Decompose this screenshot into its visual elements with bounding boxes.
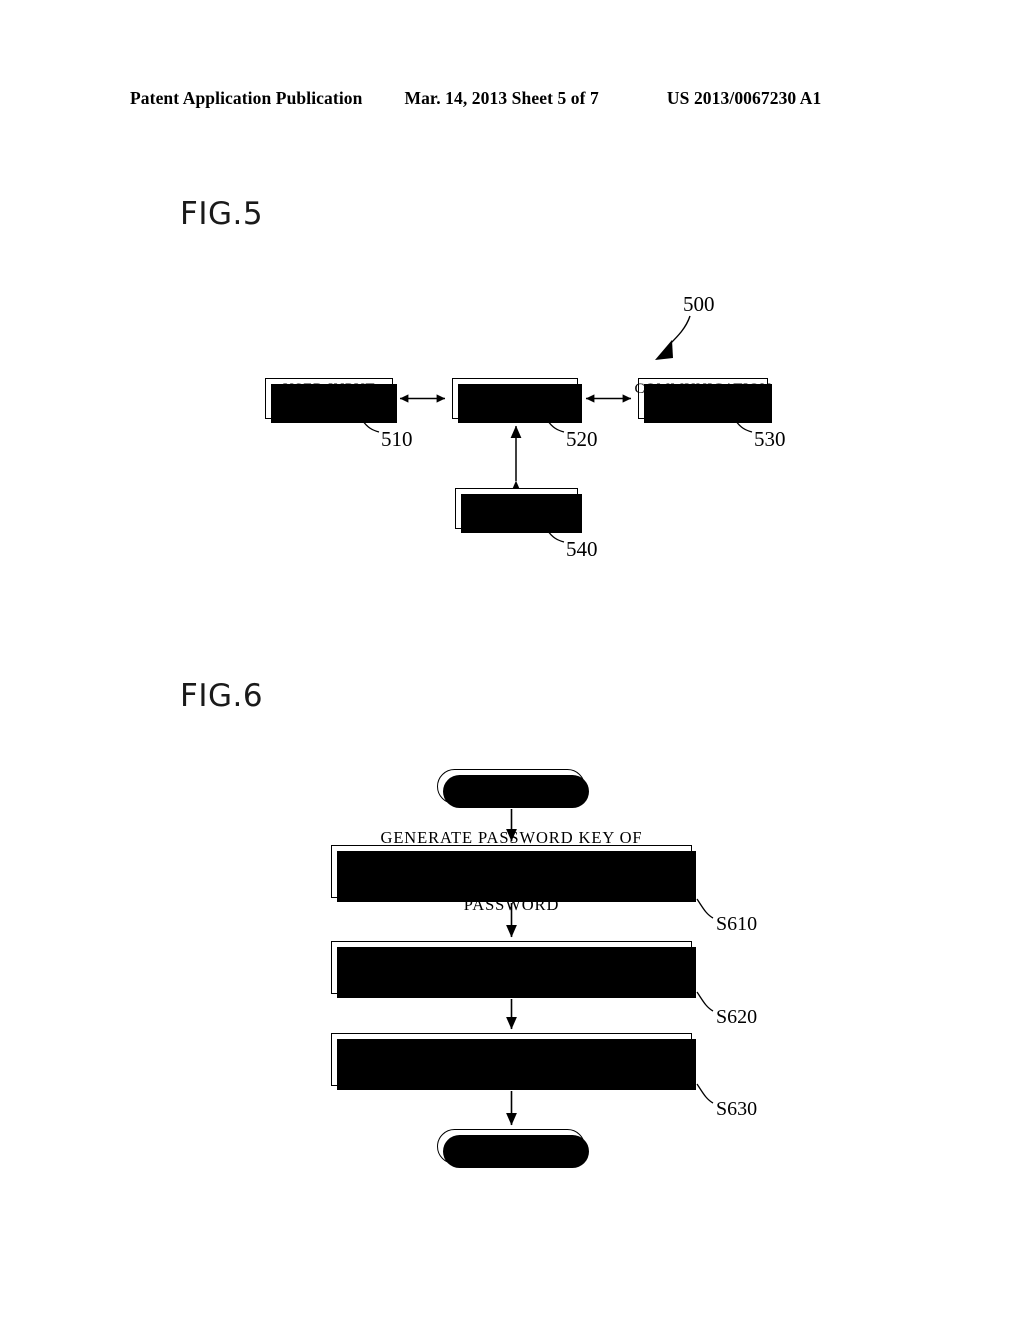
- refnum-510: 510: [381, 427, 413, 451]
- steplabel-s630: S630: [716, 1098, 758, 1120]
- refnum-520: 520: [566, 427, 598, 451]
- node-step-s620: GENERATE RO USING PASSWORD KEY: [331, 941, 696, 998]
- node-step-s620-label: GENERATE RO USING PASSWORD KEY: [349, 957, 674, 977]
- node-step-s630-label: TRANSMIT RO TO ANOTHER DEVICE: [356, 1049, 667, 1069]
- block-user-input-portion: USER INPUT PORTION: [265, 378, 397, 423]
- leader-500: [668, 315, 691, 346]
- steplabel-s620: S620: [716, 1006, 758, 1028]
- node-step-s610-label: GENERATE PASSWORD KEY OF PREDETERMINED L…: [355, 827, 668, 914]
- publication-date-sheet: Mar. 14, 2013 Sheet 5 of 7: [404, 88, 599, 108]
- leader-s620: [696, 991, 714, 1012]
- block-controller-label: CONTROLLER: [462, 389, 568, 406]
- node-step-s610: GENERATE PASSWORD KEY OF PREDETERMINED L…: [331, 828, 696, 914]
- diagram-connectors: [361, 315, 753, 1126]
- figure-6-label: FIG.6: [180, 678, 264, 714]
- publication-title: Patent Application Publication: [130, 88, 363, 108]
- refnum-530: 530: [754, 427, 786, 451]
- leader-s610: [696, 898, 714, 919]
- leader-s630: [696, 1083, 714, 1104]
- refnum-500: 500: [683, 292, 715, 316]
- block-communication-module: COMMUNICATION MODULE: [635, 378, 772, 423]
- leader-500-arrowhead: [655, 340, 673, 360]
- publication-number: US 2013/0067230 A1: [666, 88, 822, 108]
- block-communication-module-label: COMMUNICATION MODULE: [634, 380, 772, 415]
- node-start: START: [437, 769, 589, 808]
- block-storage-label: STORAGE: [479, 499, 554, 516]
- block-user-input-portion-label: USER INPUT PORTION: [282, 380, 376, 415]
- figure-5-label: FIG.5: [180, 196, 264, 232]
- publication-header: Patent Application Publication Mar. 14, …: [130, 88, 900, 109]
- node-end: END: [437, 1129, 589, 1168]
- block-storage: STORAGE: [455, 488, 582, 533]
- steplabel-s610: S610: [716, 913, 758, 935]
- node-start-label: START: [483, 777, 539, 795]
- node-end-label: END: [492, 1137, 530, 1155]
- refnum-540: 540: [566, 537, 598, 561]
- block-controller: CONTROLLER: [452, 378, 582, 423]
- node-step-s630: TRANSMIT RO TO ANOTHER DEVICE: [331, 1033, 696, 1090]
